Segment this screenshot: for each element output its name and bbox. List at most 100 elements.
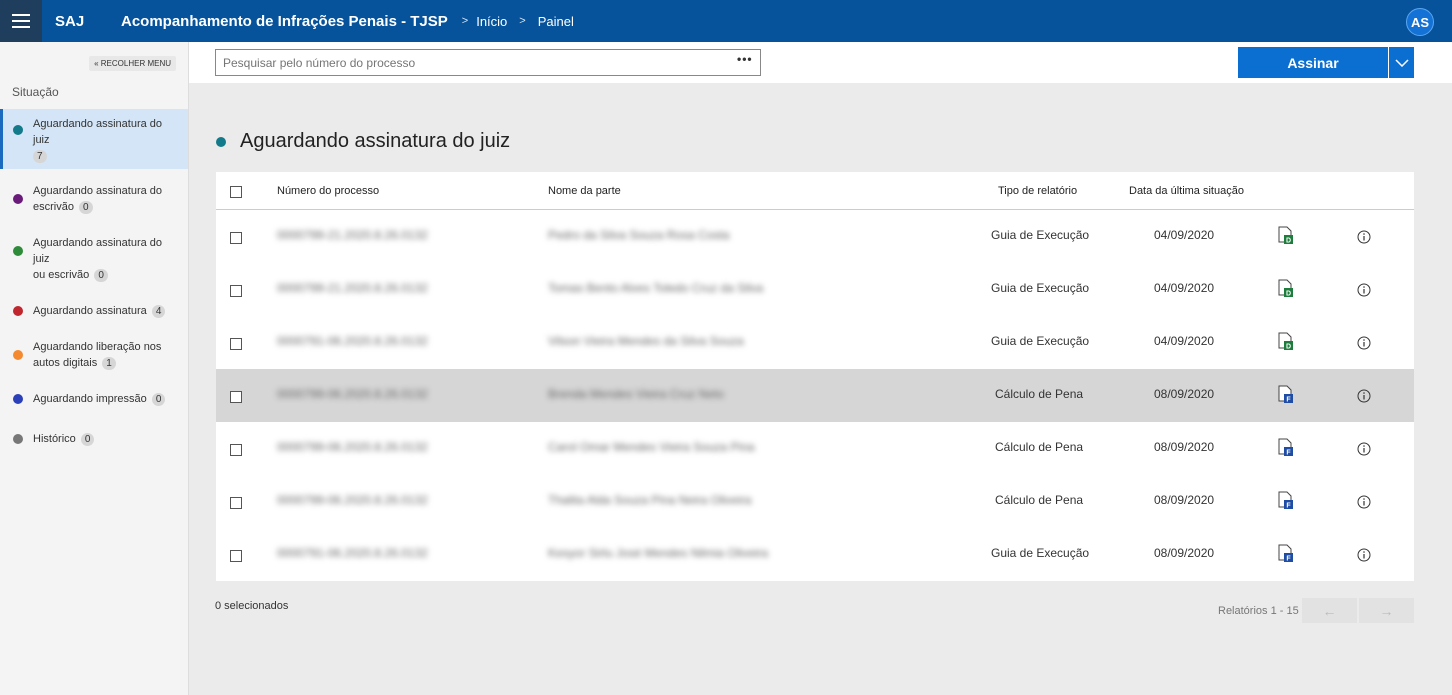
column-header-numero[interactable]: Número do processo [277, 185, 379, 197]
sidebar-item-label: Aguardando assinatura [33, 305, 147, 317]
svg-text:F: F [1286, 556, 1291, 563]
next-page-arrow-icon[interactable]: → [1359, 598, 1414, 623]
row-checkbox[interactable] [230, 232, 242, 244]
selected-count: 0 selecionados [215, 600, 289, 612]
brand-logo[interactable]: SAJ [55, 13, 105, 30]
last-status-date: 08/09/2020 [1154, 440, 1215, 454]
column-header-parte[interactable]: Nome da parte [548, 185, 621, 197]
process-number[interactable]: 0000799-21.2020.8.26.0132 [277, 228, 428, 242]
prev-page-arrow-icon[interactable]: ← [1302, 598, 1357, 623]
last-status-date: 04/09/2020 [1154, 334, 1215, 348]
document-d-icon[interactable]: D [1278, 332, 1294, 354]
last-status-date: 08/09/2020 [1154, 546, 1215, 560]
more-options-icon[interactable]: ••• [737, 52, 753, 66]
process-number[interactable]: 0000791-06.2020.8.26.0132 [277, 546, 428, 560]
menu-icon[interactable] [0, 0, 42, 42]
report-type: Cálculo de Pena [995, 440, 1084, 454]
collapse-menu-button[interactable]: « RECOLHER MENU [89, 56, 176, 71]
count-badge: 0 [79, 201, 93, 214]
table-row[interactable]: 0000799-21.2020.8.26.0132 Tomas Bento Al… [216, 263, 1414, 316]
table-row[interactable]: 0000799-21.2020.8.26.0132 Pedro da Silva… [216, 210, 1414, 263]
row-checkbox[interactable] [230, 550, 242, 562]
row-checkbox[interactable] [230, 391, 242, 403]
last-status-date: 04/09/2020 [1154, 228, 1215, 242]
status-dot-icon [13, 434, 23, 444]
process-number[interactable]: 0000799-06.2020.8.26.0132 [277, 493, 428, 507]
document-d-icon[interactable]: D [1278, 226, 1294, 248]
process-number[interactable]: 0000799-06.2020.8.26.0132 [277, 387, 428, 401]
row-checkbox[interactable] [230, 285, 242, 297]
table-row[interactable]: 0000791-06.2020.8.26.0132 Kesyor Sirlu J… [216, 528, 1414, 581]
party-name: Carol Omar Mendes Vieira Souza Pina [548, 440, 755, 454]
report-type: Guia de Execução [991, 546, 1090, 560]
sidebar-item-label: Histórico [33, 433, 76, 445]
count-badge: 0 [80, 433, 95, 446]
status-dot-icon [13, 194, 23, 204]
count-badge: 7 [33, 150, 47, 163]
last-status-date: 08/09/2020 [1154, 387, 1215, 401]
table-header: Número do processo Nome da parte Tipo de… [216, 172, 1414, 210]
report-type: Guia de Execução [991, 228, 1090, 242]
table-row[interactable]: 0000791-06.2020.8.26.0132 Vilson Vieira … [216, 316, 1414, 369]
party-name: Brenda Mendes Vieira Cruz Neto [548, 387, 724, 401]
sidebar-item-historico[interactable]: Histórico 0 [0, 425, 188, 453]
row-checkbox[interactable] [230, 497, 242, 509]
user-avatar[interactable]: AS [1406, 8, 1434, 36]
breadcrumb-separator: > [461, 15, 469, 27]
sign-button[interactable]: Assinar [1238, 47, 1388, 78]
row-checkbox[interactable] [230, 444, 242, 456]
section-title-text: Aguardando assinatura do juiz [240, 130, 511, 152]
sidebar-item-label: Aguardando assinatura do escrivão [33, 185, 163, 213]
svg-text:D: D [1286, 238, 1291, 245]
document-f-icon[interactable]: F [1278, 438, 1294, 460]
breadcrumb-painel[interactable]: Painel [538, 14, 574, 29]
sidebar-item-aguardando-juiz[interactable]: Aguardando assinatura do juiz 7 [0, 109, 188, 169]
sidebar-item-aguardando-assinatura[interactable]: Aguardando assinatura 4 [0, 297, 188, 325]
process-number[interactable]: 0000799-06.2020.8.26.0132 [277, 440, 428, 454]
table-row[interactable]: 0000799-06.2020.8.26.0132 Brenda Mendes … [216, 369, 1414, 422]
column-header-tipo[interactable]: Tipo de relatório [998, 185, 1077, 197]
sidebar-item-aguardando-escrivao[interactable]: Aguardando assinatura do escrivão 0 [0, 177, 188, 221]
last-status-date: 04/09/2020 [1154, 281, 1215, 295]
sidebar-item-aguardando-juiz-ou-escrivao[interactable]: Aguardando assinatura do juiz ou escrivão… [0, 229, 188, 289]
top-bar: SAJ Acompanhamento de Infrações Penais -… [0, 0, 1452, 42]
document-f-icon[interactable]: F [1278, 385, 1294, 407]
info-icon[interactable] [1357, 442, 1371, 459]
sign-dropdown-chevron-icon[interactable] [1389, 47, 1414, 78]
status-dot-icon [13, 350, 23, 360]
status-dot-icon [13, 394, 23, 404]
sidebar-title: Situação [12, 85, 59, 99]
party-name: Kesyor Sirlu José Mendes Nilmia Oliveira [548, 546, 769, 560]
document-f-icon[interactable]: F [1278, 491, 1294, 513]
info-icon[interactable] [1357, 336, 1371, 353]
sidebar-item-aguardando-impressao[interactable]: Aguardando impressão 0 [0, 385, 188, 413]
document-d-icon[interactable]: D [1278, 279, 1294, 301]
sidebar-item-label: Aguardando assinatura do juiz [33, 118, 163, 146]
info-icon[interactable] [1357, 230, 1371, 247]
report-type: Cálculo de Pena [995, 493, 1084, 507]
party-name: Tomas Bento Alves Toledo Cruz da Silva [548, 281, 764, 295]
breadcrumb-separator: > [519, 15, 526, 27]
table-row[interactable]: 0000799-06.2020.8.26.0132 Carol Omar Men… [216, 422, 1414, 475]
search-input[interactable] [215, 49, 761, 76]
sidebar-item-aguardando-liberacao[interactable]: Aguardando liberação nos autos digitais 1 [0, 333, 188, 377]
party-name: Thalita Alda Souza Pina Neira Oliveira [548, 493, 752, 507]
info-icon[interactable] [1357, 389, 1371, 406]
column-header-data[interactable]: Data da última situação [1129, 185, 1244, 197]
document-f-icon[interactable]: F [1278, 544, 1294, 566]
status-dot-icon [13, 306, 23, 316]
process-number[interactable]: 0000799-21.2020.8.26.0132 [277, 281, 428, 295]
info-icon[interactable] [1357, 283, 1371, 300]
sidebar-item-label: Aguardando liberação nos autos digitais [33, 341, 162, 369]
table-row[interactable]: 0000799-06.2020.8.26.0132 Thalita Alda S… [216, 475, 1414, 528]
info-icon[interactable] [1357, 495, 1371, 512]
process-number[interactable]: 0000791-06.2020.8.26.0132 [277, 334, 428, 348]
status-dot-icon [216, 136, 226, 147]
status-dot-icon [13, 125, 23, 135]
svg-text:F: F [1286, 503, 1291, 510]
breadcrumb-inicio[interactable]: Início [476, 14, 507, 29]
row-checkbox[interactable] [230, 338, 242, 350]
count-badge: 1 [102, 357, 116, 370]
select-all-checkbox[interactable] [230, 186, 242, 198]
info-icon[interactable] [1357, 548, 1371, 565]
